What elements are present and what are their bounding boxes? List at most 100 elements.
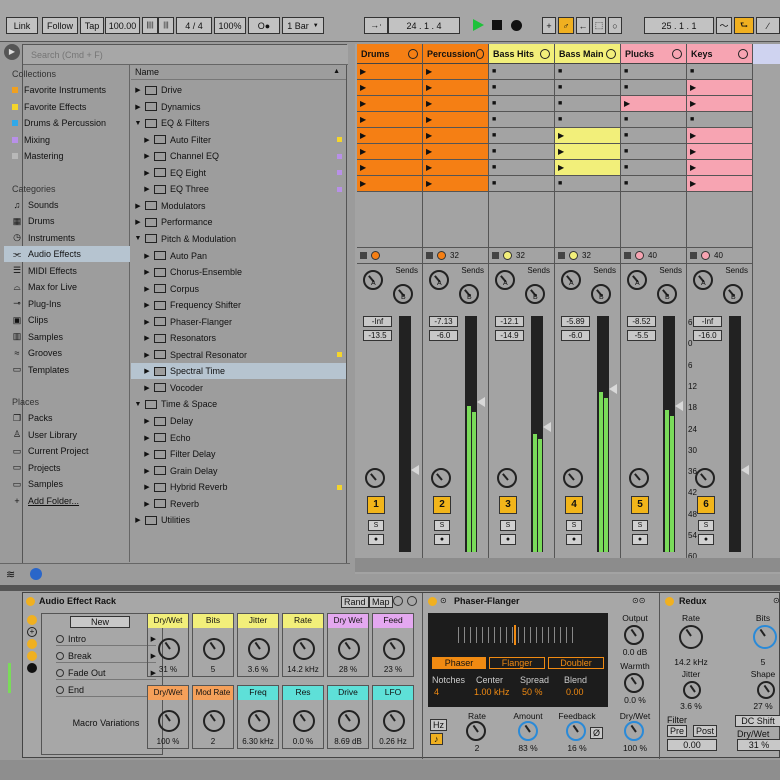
clip-play-icon[interactable]: ▶ <box>360 163 366 172</box>
spread-value[interactable]: 50 % <box>522 687 543 697</box>
categories-item-instruments[interactable]: ◷ Instruments <box>4 230 130 246</box>
redux-pre-button[interactable]: Pre <box>667 725 688 737</box>
solo-button[interactable]: S <box>632 520 648 531</box>
pan-knob[interactable] <box>497 468 517 488</box>
pan-knob[interactable] <box>365 468 385 488</box>
clip-play-icon[interactable]: ▶ <box>360 179 366 188</box>
redux-power-icon[interactable] <box>665 597 674 606</box>
add-icon[interactable]: + <box>542 17 556 34</box>
clip-slot[interactable]: ▶ <box>687 96 752 112</box>
redux-rate-knob[interactable] <box>679 625 703 649</box>
categories-item-samples[interactable]: ▥ Samples <box>4 329 130 345</box>
map-button[interactable]: Map <box>369 596 393 608</box>
places-item-samples[interactable]: ▭ Samples <box>4 476 130 492</box>
stop-slot-icon[interactable]: ■ <box>624 68 628 75</box>
punch-icon[interactable]: ∕ <box>756 17 780 34</box>
stop-slot-icon[interactable]: ■ <box>624 180 628 187</box>
file-item[interactable]: ▶ Channel EQ <box>131 148 346 164</box>
categories-item-audio-effects[interactable]: ⫘ Audio Effects <box>4 246 130 262</box>
solo-button[interactable]: S <box>566 520 582 531</box>
clip-play-icon[interactable]: ▶ <box>360 115 366 124</box>
notches-value[interactable]: 4 <box>434 687 439 697</box>
solo-button[interactable]: S <box>368 520 384 531</box>
file-item[interactable]: ▶ Spectral Resonator <box>131 347 346 363</box>
categories-item-sounds[interactable]: ♫ Sounds <box>4 197 130 213</box>
collections-item-favorite-effects[interactable]: Favorite Effects <box>4 99 130 115</box>
fader-handle[interactable] <box>477 396 485 407</box>
position-field[interactable]: 24 . 1 . 4 <box>388 17 460 34</box>
stop-slot-icon[interactable]: ■ <box>558 116 562 123</box>
collections-item-drums-percussion[interactable]: Drums & Percussion <box>4 115 130 131</box>
file-item[interactable]: ▶ Dynamics <box>131 99 346 115</box>
clip-slot[interactable]: ■ <box>621 64 686 80</box>
clip-slot[interactable]: ▶ <box>423 64 488 80</box>
variation-item[interactable]: End▶ <box>56 683 156 697</box>
track-header[interactable]: Plucks <box>621 44 686 64</box>
blend-value[interactable]: 0.00 <box>566 687 584 697</box>
places-item-projects[interactable]: ▭ Projects <box>4 460 130 476</box>
clip-slot[interactable]: ■ <box>621 80 686 96</box>
tempo-field[interactable]: 100.00 <box>105 17 140 34</box>
volume-value[interactable]: -14.9 <box>495 330 524 341</box>
macro-knob[interactable] <box>203 710 225 732</box>
file-item[interactable]: ▶ Utilities <box>131 512 346 528</box>
phaser-drywet-knob[interactable] <box>624 721 644 741</box>
expand-arrow-icon[interactable]: ▶ <box>143 285 151 293</box>
redux-bits-knob[interactable] <box>753 625 777 649</box>
clip-slot[interactable]: ■ <box>621 144 686 160</box>
pan-knob[interactable] <box>695 468 715 488</box>
clip-play-icon[interactable]: ▶ <box>690 179 696 188</box>
clip-play-icon[interactable]: ▶ <box>426 147 432 156</box>
solo-button[interactable]: S <box>698 520 714 531</box>
pan-knob[interactable] <box>629 468 649 488</box>
expand-arrow-icon[interactable]: ▼ <box>134 120 142 127</box>
stop-slot-icon[interactable]: ■ <box>492 164 496 171</box>
file-item[interactable]: ▼ Time & Space <box>131 396 346 412</box>
follow-button[interactable]: Follow <box>42 17 78 34</box>
expand-arrow-icon[interactable]: ▼ <box>134 235 142 242</box>
volume-value[interactable]: -16.0 <box>693 330 722 341</box>
clip-slot[interactable]: ▶ <box>423 176 488 192</box>
expand-arrow-icon[interactable]: ▶ <box>143 169 151 177</box>
fader-handle[interactable] <box>411 464 419 475</box>
clip-slot[interactable]: ■ <box>687 112 752 128</box>
clip-play-icon[interactable]: ▶ <box>690 163 696 172</box>
info-icon[interactable] <box>30 568 42 580</box>
file-item[interactable]: ▶ Corpus <box>131 281 346 297</box>
clip-slot[interactable]: ■ <box>555 176 620 192</box>
loop-switch-icon[interactable]: ⮑ <box>734 17 754 34</box>
redux-filter-value[interactable]: 0.00 <box>667 739 717 751</box>
volume-value[interactable]: -6.0 <box>561 330 590 341</box>
track-activator-button[interactable]: 2 <box>433 496 451 514</box>
clip-slot[interactable]: ▶ <box>357 96 422 112</box>
clip-slot[interactable]: ■ <box>489 112 554 128</box>
track-activator-button[interactable]: 4 <box>565 496 583 514</box>
clip-play-icon[interactable]: ▶ <box>690 147 696 156</box>
stop-slot-icon[interactable]: ■ <box>624 148 628 155</box>
macro-knob[interactable] <box>203 638 225 660</box>
groove-icon[interactable]: ≋ <box>6 568 15 581</box>
variation-item[interactable]: Intro ▶ <box>56 632 156 646</box>
device-toggle-icon[interactable] <box>27 651 37 661</box>
places-item-packs[interactable]: ❐ Packs <box>4 410 130 426</box>
expand-arrow-icon[interactable]: ▶ <box>143 152 151 160</box>
track-fold-icon[interactable] <box>606 48 616 59</box>
categories-item-drums[interactable]: ▦ Drums <box>4 213 130 229</box>
clip-slot[interactable]: ■ <box>555 80 620 96</box>
quantize-select[interactable]: 1 Bar ▼ <box>282 17 324 34</box>
clip-slot[interactable]: ▶ <box>423 80 488 96</box>
file-item[interactable]: ▶ Spectral Time <box>131 363 346 380</box>
redux-save-icon[interactable]: ⊙ <box>773 596 780 605</box>
track-header[interactable]: Keys <box>687 44 752 64</box>
clip-play-icon[interactable]: ▶ <box>426 115 432 124</box>
track-fold-icon[interactable] <box>672 48 682 59</box>
clip-slot[interactable]: ▶ <box>357 64 422 80</box>
macro-knob[interactable] <box>338 710 360 732</box>
variation-recall-icon[interactable] <box>56 634 64 643</box>
session-record-icon[interactable]: ○ <box>608 17 622 34</box>
volume-readout[interactable]: -7.13 <box>429 316 458 327</box>
expand-arrow-icon[interactable]: ▶ <box>143 334 151 342</box>
clip-slot[interactable]: ■ <box>489 96 554 112</box>
file-item[interactable]: ▶ Frequency Shifter <box>131 297 346 313</box>
track-fold-icon[interactable] <box>738 48 748 59</box>
